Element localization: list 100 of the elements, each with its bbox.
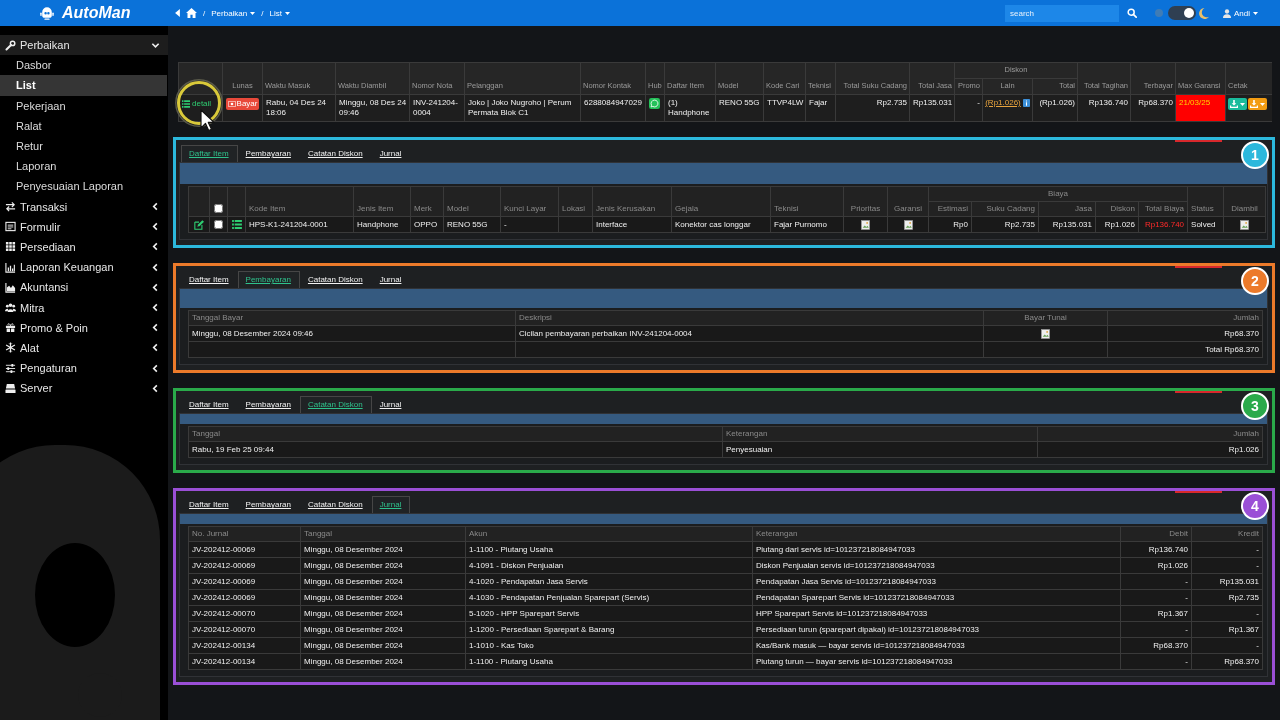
accent-line bbox=[1175, 140, 1222, 142]
broken-image-icon bbox=[861, 220, 870, 230]
sliders-icon bbox=[5, 362, 16, 374]
chat-bubble-icon[interactable] bbox=[649, 98, 660, 109]
column-header: Prioritas bbox=[843, 186, 888, 217]
sidebar-item[interactable]: Mitra bbox=[0, 297, 168, 318]
info-icon[interactable] bbox=[1022, 98, 1030, 107]
table-cell: 6288084947029 bbox=[580, 94, 646, 122]
column-header: Lokasi bbox=[558, 186, 593, 217]
sidebar-item[interactable]: Server bbox=[0, 378, 168, 399]
accent-line bbox=[1175, 266, 1222, 269]
moon-icon bbox=[1199, 7, 1209, 19]
download-button[interactable] bbox=[1248, 98, 1267, 110]
tab[interactable]: Catatan Diskon bbox=[299, 496, 372, 514]
tab[interactable]: Pembayaran bbox=[237, 145, 300, 162]
user-icon bbox=[1223, 8, 1231, 18]
collapse-caret-icon[interactable] bbox=[175, 9, 180, 17]
column-header: Kunci Layar bbox=[500, 186, 559, 217]
grid-icon bbox=[5, 241, 16, 253]
wrench-icon bbox=[5, 39, 16, 51]
sidebar-item[interactable]: Laporan Keuangan bbox=[0, 257, 168, 278]
tab[interactable]: Daftar Item bbox=[181, 496, 238, 514]
column-header: Jumlah bbox=[1037, 426, 1263, 442]
sidebar-item[interactable]: Promo & Poin bbox=[0, 317, 168, 338]
step-badge: 2 bbox=[1241, 267, 1269, 296]
column-header: Keterangan bbox=[752, 526, 1121, 542]
tab[interactable]: Pembayaran bbox=[237, 271, 300, 289]
table-cell: Joko | Joko Nugroho | Perum Permata Blok C1 bbox=[464, 94, 581, 122]
tab[interactable]: Daftar Item bbox=[181, 145, 238, 162]
table-cell: Minggu, 08 Des 24 09:46 bbox=[335, 94, 410, 122]
sidebar-subitem[interactable]: Dasbor bbox=[0, 55, 167, 76]
search-field[interactable]: search bbox=[1005, 4, 1119, 22]
column-header: Debit bbox=[1120, 526, 1192, 542]
sidebar-subitem[interactable]: Penyesuaian Laporan bbox=[0, 176, 167, 197]
sidebar-subitem[interactable]: Ralat bbox=[0, 115, 167, 136]
breadcrumb-separator: / bbox=[203, 8, 206, 18]
breadcrumb-link[interactable]: List bbox=[269, 8, 290, 18]
edit-icon[interactable] bbox=[194, 220, 204, 230]
search-icon[interactable] bbox=[1127, 8, 1137, 18]
home-icon[interactable] bbox=[186, 8, 197, 18]
sidebar-item[interactable]: Pengaturan bbox=[0, 358, 168, 379]
caret-down-icon bbox=[1240, 102, 1245, 106]
area-chart-icon bbox=[5, 281, 16, 293]
accent-line bbox=[1175, 491, 1222, 494]
sidebar-item[interactable]: Transaksi bbox=[0, 196, 168, 217]
step-badge: 4 bbox=[1241, 492, 1269, 521]
gift-icon bbox=[5, 322, 16, 334]
form-icon bbox=[5, 221, 16, 233]
column-header: Bayar Tunai bbox=[983, 310, 1108, 326]
pay-button[interactable]: Bayar bbox=[225, 98, 260, 110]
column-header: Teknisi bbox=[770, 186, 844, 217]
robot-logo-icon bbox=[40, 6, 54, 20]
tab[interactable]: Jurnal bbox=[371, 496, 411, 514]
server-icon bbox=[5, 382, 16, 394]
mouse-cursor-icon bbox=[200, 109, 216, 133]
sidebar-item[interactable]: Persediaan bbox=[0, 236, 168, 258]
sidebar-subitem[interactable]: Laporan bbox=[0, 156, 167, 177]
step-badge: 1 bbox=[1241, 141, 1269, 169]
column-header: Model bbox=[443, 186, 501, 217]
column-header: Tanggal bbox=[188, 426, 723, 442]
column-header: Kredit bbox=[1191, 526, 1263, 542]
tab[interactable]: Catatan Diskon bbox=[299, 145, 372, 162]
sidebar-item[interactable]: Formulir bbox=[0, 216, 168, 237]
checkbox[interactable] bbox=[214, 220, 223, 230]
column-header: Deskripsi bbox=[515, 310, 984, 326]
list-icon[interactable] bbox=[231, 220, 242, 230]
sidebar-subitem[interactable]: Retur bbox=[0, 135, 167, 157]
theme-toggle[interactable] bbox=[1168, 6, 1196, 20]
user-menu[interactable]: Andi bbox=[1223, 8, 1258, 18]
column-group-header: Biaya bbox=[928, 186, 1188, 202]
tab[interactable]: Jurnal bbox=[371, 145, 411, 162]
dot-icon bbox=[1155, 9, 1163, 17]
column-header: No. Jurnal bbox=[188, 526, 301, 542]
step-badge: 3 bbox=[1241, 392, 1269, 421]
tab[interactable]: Pembayaran bbox=[237, 396, 300, 414]
tab[interactable]: Jurnal bbox=[371, 396, 411, 414]
tab[interactable]: Catatan Diskon bbox=[299, 271, 372, 289]
tab[interactable]: Catatan Diskon bbox=[299, 396, 372, 414]
list-icon bbox=[182, 100, 190, 108]
sidebar-item[interactable]: Akuntansi bbox=[0, 277, 168, 298]
sidebar-item[interactable]: Alat bbox=[0, 337, 168, 358]
sidebar-subitem[interactable]: List bbox=[0, 75, 167, 96]
breadcrumb-link[interactable]: Perbaikan bbox=[211, 8, 256, 18]
tab[interactable]: Pembayaran bbox=[237, 496, 300, 514]
download-button[interactable] bbox=[1228, 98, 1247, 110]
bar-chart-icon bbox=[5, 261, 16, 273]
sidebar-item[interactable]: Perbaikan bbox=[0, 35, 168, 56]
tab[interactable]: Jurnal bbox=[371, 271, 411, 289]
arrows-icon bbox=[5, 201, 16, 213]
column-header: Garansi bbox=[887, 186, 929, 217]
caret-down-icon bbox=[1260, 102, 1265, 106]
sidebar-subitem[interactable]: Pekerjaan bbox=[0, 95, 167, 116]
checkbox[interactable] bbox=[214, 204, 223, 214]
accent-line bbox=[1175, 391, 1222, 394]
table-cell: Rp2.735 bbox=[835, 94, 910, 122]
column-header: Keterangan bbox=[722, 426, 1038, 442]
tab[interactable]: Daftar Item bbox=[181, 396, 238, 414]
users-icon bbox=[5, 302, 16, 314]
tab[interactable]: Daftar Item bbox=[181, 271, 238, 289]
download-icon bbox=[1230, 100, 1238, 108]
